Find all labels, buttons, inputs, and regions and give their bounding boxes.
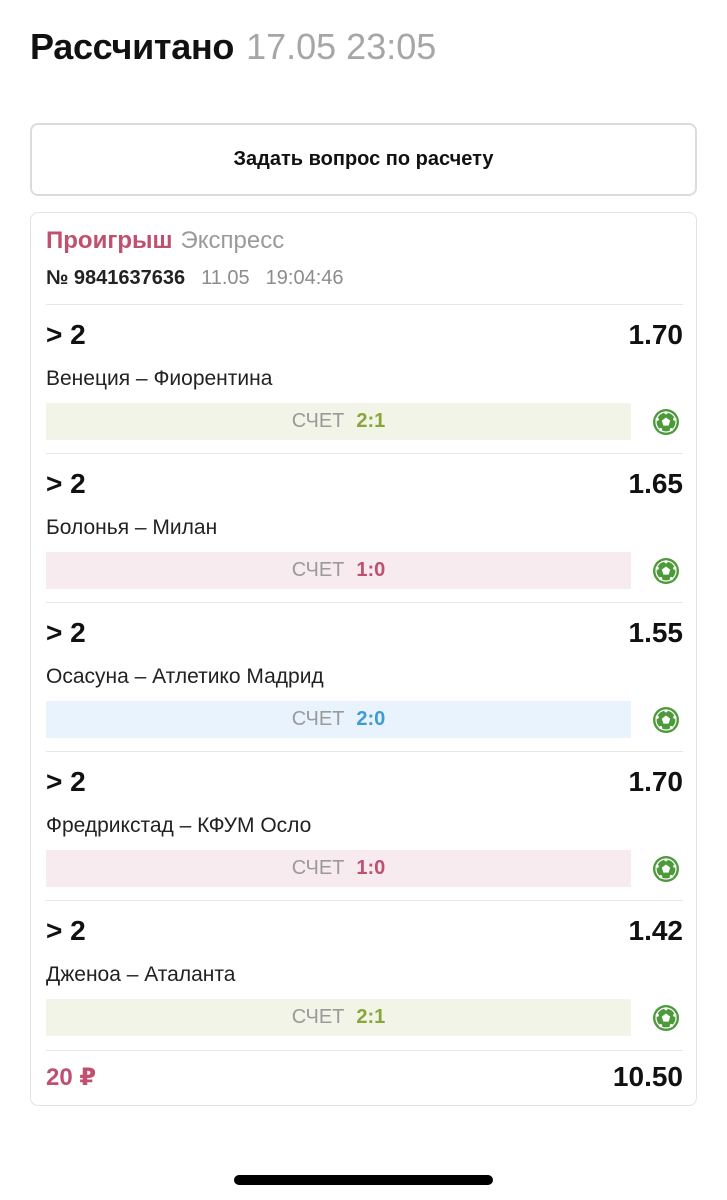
total-odds: 10.50 bbox=[612, 1061, 683, 1092]
event-odds: 1.70 bbox=[628, 319, 684, 350]
event-score-bar: СЧЕТ 2:1 bbox=[46, 403, 631, 440]
event-row: > 2 1.65 Болонья – Милан СЧЕТ 1:0 bbox=[46, 454, 683, 602]
score-value: 1:0 bbox=[356, 559, 386, 581]
ask-question-button[interactable]: Задать вопрос по расчету bbox=[30, 123, 697, 196]
event-outcome: > 2 bbox=[46, 468, 86, 499]
event-teams: Фредрикстад – КФУМ Осло bbox=[46, 814, 312, 837]
page-title: Рассчитано bbox=[30, 26, 235, 67]
event-teams: Венеция – Фиорентина bbox=[46, 367, 273, 390]
score-label: СЧЕТ bbox=[291, 559, 345, 581]
score-value: 2:1 bbox=[356, 1006, 386, 1028]
event-odds: 1.55 bbox=[628, 617, 684, 648]
settled-datetime: 17.05 23:05 bbox=[246, 26, 437, 67]
event-row: > 2 1.55 Осасуна – Атлетико Мадрид СЧЕТ … bbox=[46, 603, 683, 751]
event-score-bar: СЧЕТ 2:0 bbox=[46, 701, 631, 738]
event-outcome: > 2 bbox=[46, 617, 86, 648]
soccer-ball-icon[interactable] bbox=[651, 556, 681, 586]
soccer-ball-icon[interactable] bbox=[651, 1003, 681, 1033]
bet-type: Экспресс bbox=[180, 227, 285, 254]
score-value: 2:1 bbox=[356, 410, 386, 432]
bet-summary: 20 ₽ 10.50 bbox=[46, 1061, 683, 1097]
event-outcome: > 2 bbox=[46, 766, 86, 797]
event-odds: 1.42 bbox=[628, 915, 684, 946]
stake-amount: 20 ₽ bbox=[46, 1064, 97, 1091]
score-label: СЧЕТ bbox=[291, 410, 345, 432]
soccer-ball-icon[interactable] bbox=[651, 854, 681, 884]
event-row: > 2 1.70 Фредрикстад – КФУМ Осло СЧЕТ 1:… bbox=[46, 752, 683, 900]
event-score-bar: СЧЕТ 2:1 bbox=[46, 999, 631, 1036]
event-row: > 2 1.70 Венеция – Фиорентина СЧЕТ 2:1 bbox=[46, 305, 683, 453]
divider bbox=[46, 1050, 683, 1051]
page-header: Рассчитано 17.05 23:05 bbox=[30, 26, 436, 68]
soccer-ball-icon[interactable] bbox=[651, 705, 681, 735]
score-value: 2:0 bbox=[356, 708, 386, 730]
bet-number: № 9841637636 bbox=[46, 267, 186, 289]
event-teams: Дженоа – Аталанта bbox=[46, 963, 236, 986]
event-score-bar: СЧЕТ 1:0 bbox=[46, 850, 631, 887]
event-outcome: > 2 bbox=[46, 915, 86, 946]
event-row: > 2 1.42 Дженоа – Аталанта СЧЕТ 2:1 bbox=[46, 901, 683, 1049]
score-label: СЧЕТ bbox=[291, 857, 345, 879]
event-odds: 1.70 bbox=[628, 766, 684, 797]
score-label: СЧЕТ bbox=[291, 708, 345, 730]
score-label: СЧЕТ bbox=[291, 1006, 345, 1028]
event-outcome: > 2 bbox=[46, 319, 86, 350]
event-odds: 1.65 bbox=[628, 468, 684, 499]
bet-card: Проигрыш Экспресс № 9841637636 11.05 19:… bbox=[30, 212, 697, 1106]
bet-card-header: Проигрыш Экспресс № 9841637636 11.05 19:… bbox=[46, 227, 344, 290]
home-indicator[interactable] bbox=[234, 1175, 493, 1185]
event-score-bar: СЧЕТ 1:0 bbox=[46, 552, 631, 589]
bet-status: Проигрыш bbox=[46, 227, 173, 254]
soccer-ball-icon[interactable] bbox=[651, 407, 681, 437]
score-value: 1:0 bbox=[356, 857, 386, 879]
bet-time: 19:04:46 bbox=[265, 267, 344, 289]
event-teams: Болонья – Милан bbox=[46, 516, 218, 539]
event-teams: Осасуна – Атлетико Мадрид bbox=[46, 665, 324, 688]
bet-date: 11.05 bbox=[201, 267, 250, 289]
